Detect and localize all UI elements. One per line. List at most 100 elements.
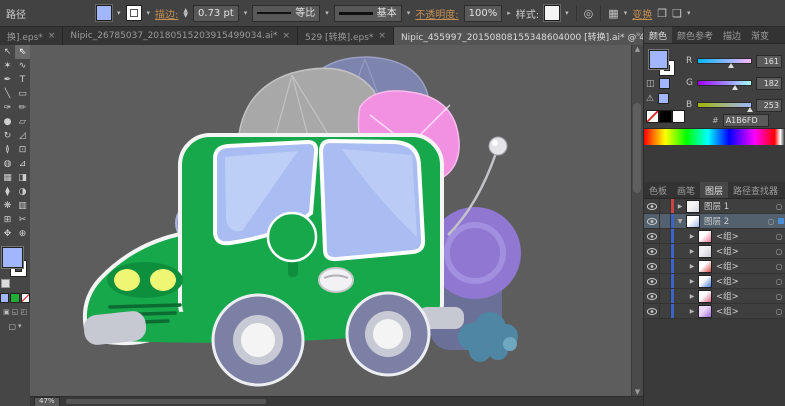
channel-value-field[interactable]: 182: [756, 77, 782, 90]
lock-column[interactable]: [660, 214, 671, 228]
channel-value-field[interactable]: 253: [756, 99, 782, 112]
layer-row[interactable]: ▶<组>○: [644, 244, 785, 259]
color-spectrum-ramp[interactable]: [644, 128, 785, 145]
scrollbar-thumb[interactable]: [633, 103, 641, 193]
visibility-eye-icon[interactable]: [644, 199, 660, 213]
perspective-grid-tool[interactable]: ⊿: [15, 157, 30, 171]
play-arrow-icon[interactable]: ▸: [507, 9, 511, 17]
expand-arrow-icon[interactable]: ▶: [686, 293, 698, 300]
expand-arrow-icon[interactable]: ▶: [686, 263, 698, 270]
expand-arrow-icon[interactable]: ▶: [674, 203, 686, 210]
selection-tool[interactable]: ↖: [0, 45, 15, 59]
in-gamut-swatch[interactable]: [658, 93, 669, 104]
chevron-down-icon[interactable]: ▾: [325, 9, 329, 17]
expand-arrow-icon[interactable]: ▶: [686, 308, 698, 315]
layer-row[interactable]: ▶<组>○: [644, 229, 785, 244]
layer-name[interactable]: <组>: [716, 290, 772, 302]
draw-normal-icon[interactable]: ▣: [3, 308, 10, 316]
lasso-tool[interactable]: ∿: [15, 59, 30, 73]
layer-row[interactable]: ▶<组>○: [644, 274, 785, 289]
layer-name[interactable]: <组>: [716, 275, 772, 287]
layer-name[interactable]: <组>: [716, 230, 772, 242]
free-transform-tool[interactable]: ⊡: [15, 143, 30, 157]
channel-value-field[interactable]: 161: [756, 55, 782, 68]
target-circle-icon[interactable]: ○: [772, 202, 785, 211]
rotate-tool[interactable]: ↻: [0, 129, 15, 143]
web-safe-swatch[interactable]: [659, 78, 670, 89]
tab-close-icon[interactable]: ×: [378, 31, 386, 41]
lock-column[interactable]: [660, 274, 671, 288]
gradient-tool[interactable]: ◨: [15, 171, 30, 185]
draw-behind-icon[interactable]: ◱: [12, 308, 19, 316]
slider-thumb[interactable]: [728, 63, 734, 68]
screen-mode-icon[interactable]: ▢: [8, 322, 16, 331]
layer-thumbnail[interactable]: [686, 200, 700, 213]
scale-tool[interactable]: ◿: [15, 129, 30, 143]
distribute-icon[interactable]: ❏: [672, 7, 682, 20]
scroll-down-icon[interactable]: ▼: [632, 388, 643, 396]
chevron-down-icon[interactable]: ▾: [687, 9, 691, 17]
visibility-eye-icon[interactable]: [644, 229, 660, 243]
out-of-gamut-warning[interactable]: ⚠: [646, 93, 669, 104]
transform-panel-link[interactable]: 变换: [632, 6, 652, 21]
brush-definition-select[interactable]: 基本: [334, 5, 402, 22]
document-tab[interactable]: 529 [转换].eps*×: [298, 27, 394, 45]
chevron-down-icon[interactable]: ▾: [117, 9, 121, 17]
color-panel-tab-颜色参考[interactable]: 颜色参考: [672, 27, 718, 43]
horizontal-scrollbar[interactable]: [66, 399, 266, 404]
visibility-eye-icon[interactable]: [644, 304, 660, 318]
layer-thumbnail[interactable]: [698, 230, 712, 243]
canvas[interactable]: ▲ ▼ 47%: [30, 45, 643, 406]
opacity-field[interactable]: 100%: [464, 5, 503, 22]
eyedropper-tool[interactable]: ⧫: [0, 185, 15, 199]
shape-builder-tool[interactable]: ◍: [0, 157, 15, 171]
target-circle-icon[interactable]: ○: [772, 307, 785, 316]
layers-panel-tab-色板[interactable]: 色板: [644, 182, 672, 198]
visibility-eye-icon[interactable]: [644, 214, 660, 228]
pencil-tool[interactable]: ✏: [15, 101, 30, 115]
expand-arrow-icon[interactable]: ▶: [686, 278, 698, 285]
headlight[interactable]: [107, 262, 183, 298]
document-tab[interactable]: Nipic_26785037_20180515203915499034.ai*×: [63, 27, 298, 45]
layer-thumbnail[interactable]: [698, 305, 712, 318]
document-tab[interactable]: 换].eps*×: [0, 27, 63, 45]
visibility-eye-icon[interactable]: [644, 259, 660, 273]
vertical-scrollbar[interactable]: ▲ ▼: [631, 45, 643, 396]
door-handle[interactable]: [319, 268, 353, 292]
rectangle-tool[interactable]: ▭: [15, 87, 30, 101]
color-mode-button[interactable]: [0, 293, 9, 303]
channel-slider[interactable]: [697, 58, 751, 64]
blend-tool[interactable]: ◑: [15, 185, 30, 199]
layer-name[interactable]: <组>: [716, 245, 772, 257]
out-of-web-warning[interactable]: ◫: [646, 78, 670, 89]
artwork-car-illustration[interactable]: [30, 45, 632, 396]
none-mode-button[interactable]: [21, 293, 30, 303]
expand-arrow-icon[interactable]: ▶: [686, 248, 698, 255]
stroke-color-swatch[interactable]: [126, 5, 142, 21]
side-window[interactable]: [321, 141, 423, 259]
scroll-up-icon[interactable]: ▲: [632, 45, 643, 53]
recolor-artwork-icon[interactable]: ◎: [584, 7, 594, 20]
fill-indicator-swatch[interactable]: [2, 247, 23, 268]
chevron-down-icon[interactable]: ▾: [147, 9, 151, 17]
color-panel-tab-渐变[interactable]: 渐变: [746, 27, 774, 43]
opacity-panel-link[interactable]: 不透明度:: [415, 6, 458, 21]
target-circle-icon[interactable]: ○: [772, 292, 785, 301]
chevron-down-icon[interactable]: ▾: [18, 322, 22, 331]
layer-thumbnail[interactable]: [698, 260, 712, 273]
stroke-panel-link[interactable]: 描边:: [155, 6, 178, 21]
target-circle-icon[interactable]: ○: [772, 262, 785, 271]
style-swatch[interactable]: [544, 5, 560, 21]
lock-column[interactable]: [660, 244, 671, 258]
target-circle-icon[interactable]: ○: [764, 217, 778, 226]
black-swatch[interactable]: [659, 110, 672, 123]
type-tool[interactable]: T: [15, 73, 30, 87]
layer-row[interactable]: ▶<组>○: [644, 259, 785, 274]
eraser-tool[interactable]: ▱: [15, 115, 30, 129]
white-swatch[interactable]: [672, 110, 685, 123]
chevron-down-icon[interactable]: ▾: [565, 9, 569, 17]
fill-proxy-swatch[interactable]: [649, 50, 668, 69]
slider-thumb[interactable]: [732, 85, 738, 90]
stroke-width-stepper[interactable]: ▲▼: [183, 8, 188, 18]
pen-tool[interactable]: ✒: [0, 73, 15, 87]
